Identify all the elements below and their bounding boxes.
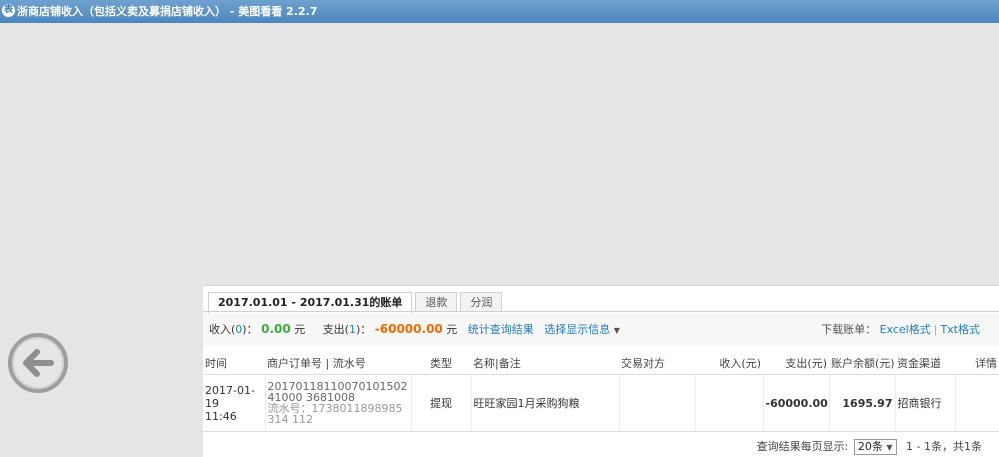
bill-tabs: 2017.01.01 - 2017.01.31的账单 退款 分润 <box>208 292 505 313</box>
download-label: 下载账单： <box>821 323 877 336</box>
income-label: 收入( <box>209 323 236 336</box>
cell-time: 2017-01-19 11:46 <box>203 374 266 432</box>
back-button[interactable] <box>7 332 69 394</box>
cell-order-serial: 2017011811007010150241000 3681008 流水号：17… <box>265 374 412 432</box>
cell-channel: 招商银行 <box>895 374 956 432</box>
col-channel: 资金渠道 <box>895 352 955 375</box>
expense-unit: 元 <box>446 323 458 336</box>
col-type: 类型 <box>411 352 471 375</box>
summary-totals: 收入(0)： 0.00 元 支出(1)： -60000.00 元 统计查询结果 … <box>209 313 620 347</box>
col-name-note: 名称|备注 <box>471 352 619 375</box>
window-title-bar: 表 浙商店铺收入（包括义卖及募捐店铺收入） - 美图看看 2.2.7 <box>0 0 999 23</box>
pagination: 查询结果每页显示: 20条 ▼ 1 - 1条，共1条 <box>757 437 982 457</box>
download-txt-link[interactable]: Txt格式 <box>940 323 980 336</box>
cell-name-note: 旺旺家园1月采购狗粮 <box>471 374 620 432</box>
cell-expense: -60000.00 <box>763 374 830 432</box>
download-separator: | <box>933 323 938 336</box>
window-title: 浙商店铺收入（包括义卖及募捐店铺收入） - 美图看看 2.2.7 <box>17 5 318 18</box>
col-balance: 账户余额(元) <box>829 352 895 375</box>
expense-amount: -60000.00 <box>374 322 443 336</box>
tab-monthly-bill[interactable]: 2017.01.01 - 2017.01.31的账单 <box>208 292 413 313</box>
expense-count[interactable]: 1 <box>349 323 356 336</box>
col-time: 时间 <box>203 352 265 375</box>
row-time: 11:46 <box>205 409 237 423</box>
col-order-serial: 商户订单号 | 流水号 <box>265 352 411 375</box>
cell-balance: 1695.97 <box>829 374 896 432</box>
bill-panel: 2017.01.01 - 2017.01.31的账单 退款 分润 收入(0)： … <box>203 285 999 457</box>
col-counterparty: 交易对方 <box>619 352 695 375</box>
select-display-info-link[interactable]: 选择显示信息 ▼ <box>544 323 620 336</box>
page-range-text: 1 - 1条，共1条 <box>906 440 982 453</box>
expense-label: 支出( <box>322 323 349 336</box>
cell-detail[interactable] <box>955 374 999 432</box>
app-icon: 表 <box>2 4 15 17</box>
stat-results-link[interactable]: 统计查询结果 <box>468 323 534 336</box>
summary-bar: 收入(0)： 0.00 元 支出(1)： -60000.00 元 统计查询结果 … <box>203 313 999 346</box>
per-page-select[interactable]: 20条 ▼ <box>853 439 897 455</box>
per-page-label: 查询结果每页显示: <box>756 440 849 453</box>
serial-number: 流水号：1738011898985314 112 <box>268 403 409 425</box>
arrow-left-circle-icon <box>8 333 68 393</box>
income-label-close: )： <box>242 323 258 336</box>
tab-divider <box>203 311 999 312</box>
table-header-row: 时间 商户订单号 | 流水号 类型 名称|备注 交易对方 收入(元) 支出(元)… <box>203 352 999 375</box>
per-page-value: 20条 <box>857 440 883 453</box>
col-detail: 详情 <box>955 352 999 375</box>
cell-type: 提现 <box>411 374 472 432</box>
caret-down-icon: ▼ <box>613 326 620 335</box>
income-unit: 元 <box>294 323 306 336</box>
caret-down-icon: ▼ <box>886 443 893 452</box>
table-row: 2017-01-19 11:46 20170118110070101502410… <box>203 374 999 432</box>
expense-label-close: )： <box>355 323 372 336</box>
income-amount: 0.00 <box>261 322 291 336</box>
order-number: 2017011811007010150241000 3681008 <box>267 380 408 404</box>
select-display-info-label: 选择显示信息 <box>544 323 611 336</box>
download-links: 下载账单： Excel格式 | Txt格式 <box>821 313 980 346</box>
cell-counterparty <box>619 374 696 432</box>
download-excel-link[interactable]: Excel格式 <box>880 323 931 336</box>
cell-income <box>695 374 764 432</box>
tab-refund[interactable]: 退款 <box>415 292 458 312</box>
tab-profit-share[interactable]: 分润 <box>460 292 503 312</box>
col-income: 收入(元) <box>695 352 763 375</box>
col-expense: 支出(元) <box>763 352 829 375</box>
bill-table: 时间 商户订单号 | 流水号 类型 名称|备注 交易对方 收入(元) 支出(元)… <box>203 352 999 432</box>
row-date: 2017-01-19 <box>205 383 255 410</box>
